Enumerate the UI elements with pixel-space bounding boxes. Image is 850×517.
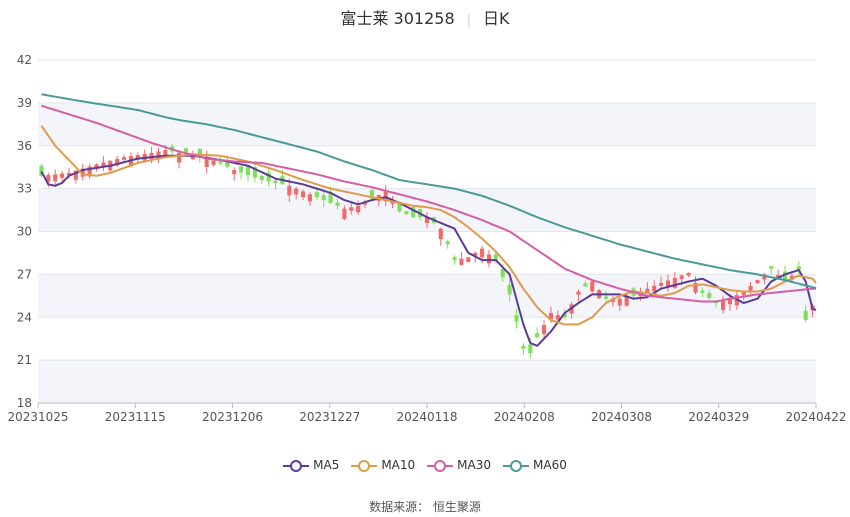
candle-body <box>452 257 457 261</box>
legend-label: MA5 <box>313 458 340 472</box>
candle-body <box>686 272 691 276</box>
candle-body <box>769 266 774 269</box>
candle-body <box>486 254 492 264</box>
y-tick-label: 27 <box>17 267 32 281</box>
candle-body <box>356 205 361 213</box>
legend-item-ma5[interactable]: MA5 <box>283 458 339 473</box>
x-tick-label: 20231115 <box>105 410 166 424</box>
legend: MA5 MA10 MA30 MA60 <box>0 458 850 473</box>
kline-chart[interactable]: 18 21 24 27 30 33 36 39 42 20231025 20231115 202312… <box>0 0 850 455</box>
candle-body <box>576 291 581 295</box>
x-tick-label: 20240308 <box>591 410 652 424</box>
candle-body <box>218 161 223 164</box>
candle-body <box>438 228 443 240</box>
x-tick-label: 20240329 <box>688 410 749 424</box>
candle-body <box>121 157 127 160</box>
candle-body <box>803 310 808 321</box>
grid-band <box>38 360 816 403</box>
candle-body <box>53 174 58 182</box>
y-tick-label: 36 <box>17 139 32 153</box>
candle-body <box>273 180 278 183</box>
y-tick-label: 30 <box>17 225 32 239</box>
candle-body <box>665 280 671 287</box>
legend-marker-icon <box>351 459 378 472</box>
candle-body <box>445 241 450 245</box>
x-tick-label: 20240118 <box>396 410 457 424</box>
candle-body <box>617 298 622 306</box>
candle-body <box>349 207 354 211</box>
x-tick-label: 20240208 <box>494 410 555 424</box>
candle-body <box>259 175 264 181</box>
legend-label: MA60 <box>533 458 567 472</box>
candle-body <box>535 333 540 338</box>
x-tick-label: 20231227 <box>299 410 360 424</box>
candle-body <box>521 345 526 349</box>
candle-body <box>707 293 712 298</box>
legend-item-ma60[interactable]: MA60 <box>503 458 567 473</box>
legend-marker-icon <box>503 459 530 472</box>
y-tick-label: 42 <box>17 53 32 67</box>
data-source: 数据来源： 恒生聚源 <box>369 500 481 514</box>
x-tick-label: 20231025 <box>7 410 68 424</box>
candle-body <box>480 248 485 258</box>
y-tick-label: 24 <box>17 310 32 324</box>
candle-body <box>624 297 629 306</box>
y-tick-label: 18 <box>17 396 32 410</box>
y-tick-label: 21 <box>17 353 32 367</box>
candle-body <box>459 258 464 265</box>
candle-body <box>659 282 664 286</box>
candle-body <box>507 284 512 295</box>
candle-body <box>163 150 168 156</box>
legend-marker-icon <box>283 459 310 472</box>
candle-body <box>60 173 65 178</box>
candle-body <box>541 325 547 335</box>
y-tick-label: 33 <box>17 182 32 196</box>
x-tick-label: 20240422 <box>785 410 846 424</box>
legend-item-ma30[interactable]: MA30 <box>427 458 491 473</box>
candle-body <box>679 275 684 279</box>
candle-body <box>755 280 760 284</box>
candle-body <box>321 195 326 201</box>
legend-label: MA30 <box>457 458 492 472</box>
y-tick-label: 39 <box>17 96 32 110</box>
candle-body <box>514 315 519 322</box>
grid-band <box>38 274 816 318</box>
legend-marker-icon <box>427 459 454 472</box>
candle-body <box>720 300 726 310</box>
candle-body <box>335 202 340 206</box>
candle-body <box>239 166 244 173</box>
candle-body <box>211 160 216 165</box>
candle-body <box>177 152 182 163</box>
candle-body <box>301 191 306 198</box>
candle-body <box>404 211 409 215</box>
candle-body <box>700 290 705 293</box>
x-tick-label: 20231206 <box>202 410 263 424</box>
candle-body <box>583 283 588 287</box>
candle-body <box>528 344 533 353</box>
candle-body <box>652 285 657 292</box>
candle-body <box>294 188 299 195</box>
candle-body <box>232 170 237 175</box>
candle-body <box>603 296 609 299</box>
candle-body <box>342 208 347 219</box>
candle-body <box>307 194 313 202</box>
candle-body <box>466 257 471 263</box>
candle-body <box>590 281 595 292</box>
legend-label: MA10 <box>381 458 416 472</box>
candle-body <box>287 185 292 196</box>
legend-item-ma10[interactable]: MA10 <box>351 458 415 473</box>
candle-body <box>314 192 319 198</box>
grid-band <box>38 102 816 146</box>
